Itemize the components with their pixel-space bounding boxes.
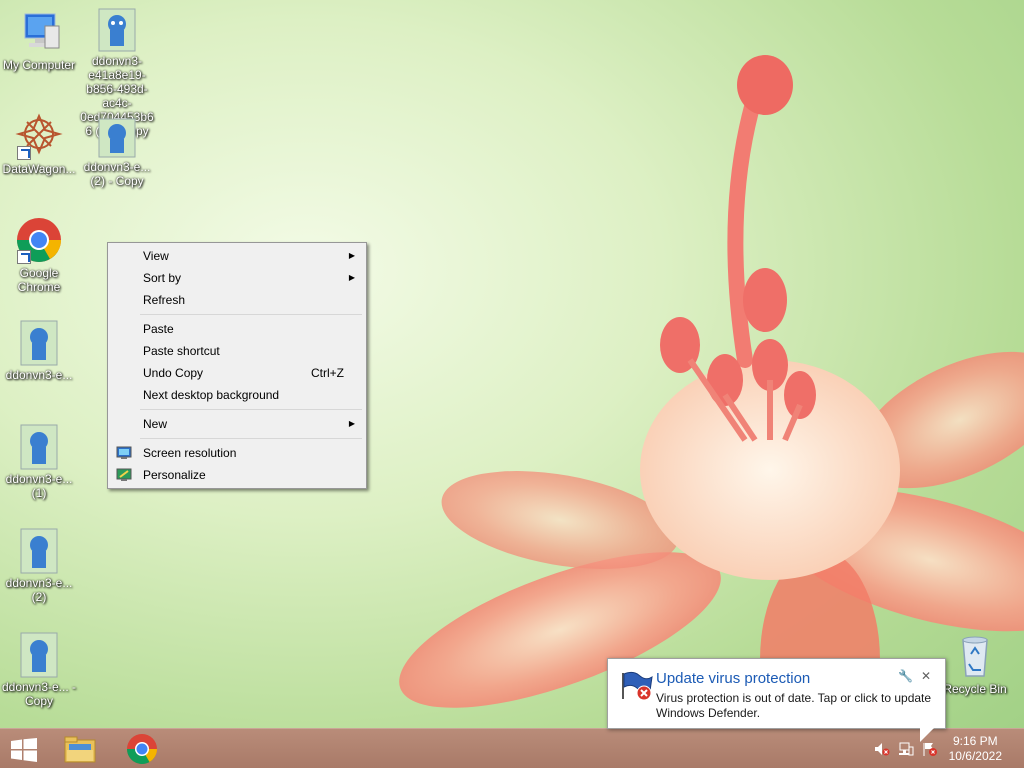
desktop-icon-ddonvn3-1[interactable]: ddonvn3-e... (1) — [0, 424, 78, 500]
shortcut-arrow-icon — [17, 146, 31, 160]
desktop-icon-label: ddonvn3-e... (1) — [5, 472, 73, 500]
menu-item-label: New — [143, 417, 168, 431]
menu-item-label: Screen resolution — [143, 446, 237, 460]
network-icon[interactable] — [898, 741, 914, 757]
computer-icon — [15, 8, 63, 56]
menu-separator — [140, 438, 362, 439]
datawagon-icon — [15, 112, 63, 160]
menu-item-shortcut: Ctrl+Z — [311, 366, 344, 380]
menu-item-label: Personalize — [143, 468, 206, 482]
monitor-icon — [116, 445, 132, 461]
chrome-icon — [127, 734, 157, 765]
submenu-arrow-icon: ▶ — [348, 251, 355, 260]
desktop-icon-ddonvn3-copy[interactable]: ddonvn3-e... - Copy — [0, 632, 78, 708]
file-explorer-icon — [64, 736, 96, 763]
desktop-icon-google-chrome[interactable]: Google Chrome — [0, 216, 78, 294]
taskbar-clock[interactable]: 9:16 PM 10/6/2022 — [949, 734, 1002, 764]
desktop-icon-label: My Computer — [2, 58, 76, 72]
menu-item-undo-copy[interactable]: Undo Copy Ctrl+Z — [110, 362, 364, 384]
menu-item-paste-shortcut[interactable]: Paste shortcut — [110, 340, 364, 362]
shortcut-arrow-icon — [17, 250, 31, 264]
menu-item-new[interactable]: New ▶ — [110, 413, 364, 435]
defender-notification[interactable]: Update virus protection Virus protection… — [607, 658, 946, 729]
taskbar: 9:16 PM 10/6/2022 — [0, 728, 1024, 768]
volume-muted-icon[interactable] — [874, 741, 890, 757]
menu-item-view[interactable]: View ▶ — [110, 245, 364, 267]
desktop-icon-label: ddonvn3-e... (2) — [5, 576, 73, 604]
start-button[interactable] — [10, 738, 38, 762]
menu-item-label: View — [143, 249, 169, 263]
menu-item-label: Next desktop background — [143, 388, 280, 402]
wrench-icon[interactable]: 🔧 — [898, 669, 913, 683]
desktop-icon-label: Google Chrome — [17, 266, 61, 294]
taskbar-file-explorer[interactable] — [62, 732, 98, 766]
menu-item-screen-resolution[interactable]: Screen resolution — [110, 442, 364, 464]
clock-time: 9:16 PM — [952, 734, 998, 748]
notification-title: Update virus protection — [656, 670, 811, 687]
notification-toolbar: 🔧 ✕ — [890, 669, 931, 683]
menu-item-label: Paste — [143, 322, 174, 336]
notification-text: Virus protection is out of date. Tap or … — [656, 691, 932, 720]
menu-item-label: Undo Copy — [143, 366, 204, 380]
submenu-arrow-icon: ▶ — [348, 273, 355, 282]
ddonvn3-image-icon — [20, 528, 58, 574]
taskbar-google-chrome[interactable] — [124, 732, 160, 766]
desktop-icon-ddonvn3-2[interactable]: ddonvn3-e... (2) — [0, 528, 78, 604]
desktop-icon-datawagon[interactable]: DataWagon... — [0, 112, 78, 176]
menu-item-refresh[interactable]: Refresh — [110, 289, 364, 311]
desktop-icon-label: Recycle Bin — [943, 682, 1007, 696]
desktop-icon-label: ddonvn3-e... (2) - Copy — [83, 160, 151, 188]
menu-item-label: Sort by — [143, 271, 182, 285]
desktop-icon-ddonvn3-2-copy[interactable]: ddonvn3-e... (2) - Copy — [78, 118, 156, 188]
menu-separator — [140, 314, 362, 315]
desktop-icon-label: ddonvn3-e... - Copy — [1, 680, 77, 708]
ddonvn3-image-icon — [20, 320, 58, 366]
recycle-bin-icon — [951, 632, 999, 680]
ddonvn3-image-icon — [20, 424, 58, 470]
menu-item-paste[interactable]: Paste — [110, 318, 364, 340]
menu-item-label: Refresh — [143, 293, 186, 307]
close-icon[interactable]: ✕ — [921, 669, 931, 683]
ddonvn3-image-icon — [98, 118, 136, 158]
menu-item-next-desktop-background[interactable]: Next desktop background — [110, 384, 364, 406]
desktop-context-menu: View ▶ Sort by ▶ Refresh Paste Paste sho… — [107, 242, 367, 489]
action-center-alert-icon[interactable] — [922, 741, 938, 757]
menu-item-personalize[interactable]: Personalize — [110, 464, 364, 486]
notification-tail — [920, 728, 934, 742]
desktop-icon-label: ddonvn3-e... — [5, 368, 73, 382]
defender-flag-icon — [620, 671, 654, 701]
personalize-icon — [116, 467, 132, 483]
desktop-icon-my-computer[interactable]: My Computer — [0, 8, 78, 72]
menu-item-label: Paste shortcut — [143, 344, 220, 358]
desktop-icon-recycle-bin[interactable]: Recycle Bin — [936, 632, 1014, 696]
clock-date: 10/6/2022 — [948, 749, 1002, 763]
menu-separator — [140, 409, 362, 410]
menu-item-sort-by[interactable]: Sort by ▶ — [110, 267, 364, 289]
chrome-icon — [15, 216, 63, 264]
ddonvn3-image-icon — [20, 632, 58, 678]
submenu-arrow-icon: ▶ — [348, 419, 355, 428]
desktop-icon-label: DataWagon... — [2, 162, 76, 176]
ddonvn3-image-icon — [98, 8, 136, 52]
desktop-icon-ddonvn3[interactable]: ddonvn3-e... — [0, 320, 78, 382]
